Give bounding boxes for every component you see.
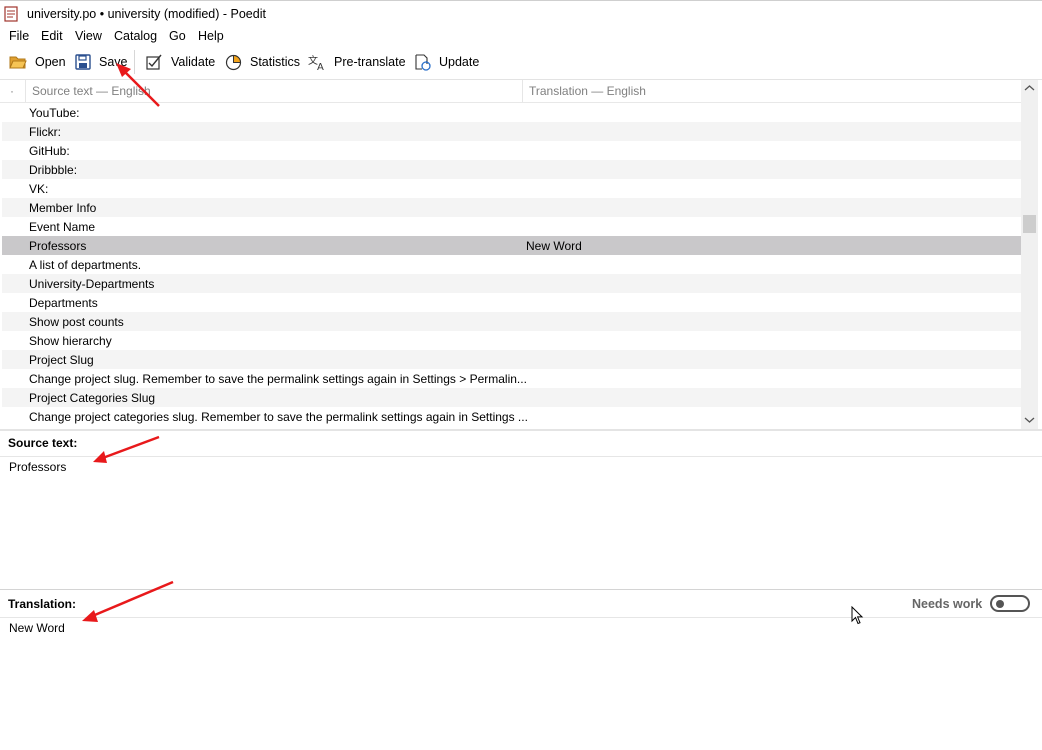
statistics-button[interactable]: Statistics bbox=[225, 52, 300, 72]
translation-text-content: New Word bbox=[9, 621, 65, 635]
source-translation-divider[interactable] bbox=[0, 589, 1042, 590]
svg-text:A: A bbox=[317, 62, 324, 71]
needs-work-label: Needs work bbox=[912, 597, 983, 611]
table-row[interactable]: Professors New Word bbox=[2, 236, 1021, 255]
table-row[interactable]: Project Slug bbox=[2, 350, 1021, 369]
checkbox-check-icon bbox=[146, 54, 162, 70]
validate-label: Validate bbox=[171, 55, 216, 69]
translation-label: Translation: bbox=[8, 597, 77, 611]
list-rows: YouTube: Flickr: GitHub: Dribbble: VK: Member… bbox=[2, 103, 1021, 426]
column-header-source[interactable]: Source text — English bbox=[32, 84, 151, 98]
column-separator[interactable] bbox=[25, 80, 26, 102]
row-source-text: YouTube: bbox=[29, 106, 80, 120]
table-row[interactable]: YouTube: bbox=[2, 103, 1021, 122]
poedit-app-icon bbox=[4, 6, 18, 22]
source-text-content: Professors bbox=[9, 460, 67, 474]
row-source-text: Show post counts bbox=[29, 315, 124, 329]
save-button[interactable]: Save bbox=[75, 52, 128, 72]
scrollbar-thumb[interactable] bbox=[1023, 215, 1036, 233]
annotation-arrow-source bbox=[93, 435, 160, 463]
row-source-text: A list of departments. bbox=[29, 258, 142, 272]
row-source-text: VK: bbox=[29, 182, 49, 196]
row-translation-text: New Word bbox=[526, 239, 582, 253]
row-source-text: University-Departments bbox=[29, 277, 155, 291]
list-header: · Source text — English Translation — En… bbox=[0, 80, 1021, 103]
row-source-text: Flickr: bbox=[29, 125, 61, 139]
annotation-arrow-translation bbox=[82, 580, 174, 622]
column-separator[interactable] bbox=[522, 80, 523, 102]
table-row[interactable]: Change project categories slug. Remember… bbox=[2, 407, 1021, 426]
table-row[interactable]: University-Departments bbox=[2, 274, 1021, 293]
needs-work-toggle[interactable] bbox=[990, 595, 1030, 612]
source-panel-line bbox=[0, 456, 1042, 457]
row-source-text: Project Categories Slug bbox=[29, 391, 156, 405]
row-source-text: Change project categories slug. Remember… bbox=[29, 410, 528, 424]
toggle-knob bbox=[996, 600, 1004, 608]
statistics-label: Statistics bbox=[250, 55, 301, 69]
document-refresh-icon bbox=[415, 53, 431, 71]
column-marker: · bbox=[10, 84, 14, 98]
menu-file[interactable]: File bbox=[9, 29, 29, 43]
row-source-text: Event Name bbox=[29, 220, 96, 234]
row-source-text: Member Info bbox=[29, 201, 97, 215]
menu-edit[interactable]: Edit bbox=[41, 29, 63, 43]
table-row[interactable]: Departments bbox=[2, 293, 1021, 312]
title-bar: university.po • university (modified) - … bbox=[0, 0, 1042, 27]
menu-go[interactable]: Go bbox=[169, 29, 186, 43]
menu-view[interactable]: View bbox=[75, 29, 102, 43]
folder-icon bbox=[9, 56, 27, 69]
list-editor-divider[interactable] bbox=[0, 429, 1042, 431]
table-row[interactable]: Show hierarchy bbox=[2, 331, 1021, 350]
open-button[interactable]: Open bbox=[9, 52, 66, 72]
column-header-translation[interactable]: Translation — English bbox=[529, 84, 646, 98]
row-source-text: Show hierarchy bbox=[29, 334, 112, 348]
menu-catalog[interactable]: Catalog bbox=[114, 29, 157, 43]
row-source-text: Professors bbox=[29, 239, 87, 253]
floppy-disk-icon bbox=[75, 54, 91, 70]
table-row[interactable]: VK: bbox=[2, 179, 1021, 198]
table-row[interactable]: A list of departments. bbox=[2, 255, 1021, 274]
pretranslate-label: Pre-translate bbox=[334, 55, 406, 69]
row-source-text: GitHub: bbox=[29, 144, 70, 158]
row-source-text: Project Slug bbox=[29, 353, 94, 367]
translation-list: · Source text — English Translation — En… bbox=[0, 79, 1042, 430]
pretranslate-button[interactable]: 文 A Pre-translate bbox=[308, 52, 406, 72]
row-source-text: Change project slug. Remember to save th… bbox=[29, 372, 527, 386]
toolbar-separator bbox=[134, 50, 135, 74]
translate-icon: 文 A bbox=[308, 54, 324, 71]
pie-chart-icon bbox=[225, 54, 242, 70]
table-row[interactable]: Project Categories Slug bbox=[2, 388, 1021, 407]
menu-help[interactable]: Help bbox=[198, 29, 224, 43]
table-row[interactable]: Flickr: bbox=[2, 122, 1021, 141]
row-source-text: Dribbble: bbox=[29, 163, 78, 177]
scroll-down-icon[interactable] bbox=[1024, 416, 1035, 424]
list-scrollbar[interactable] bbox=[1021, 80, 1038, 430]
source-text-label: Source text: bbox=[8, 436, 78, 450]
save-label: Save bbox=[99, 55, 128, 69]
table-row[interactable]: Dribbble: bbox=[2, 160, 1021, 179]
row-source-text: Departments bbox=[29, 296, 98, 310]
table-row[interactable]: GitHub: bbox=[2, 141, 1021, 160]
translation-input[interactable]: New Word bbox=[0, 618, 1042, 750]
update-label: Update bbox=[439, 55, 480, 69]
window-title: university.po • university (modified) - … bbox=[27, 7, 266, 21]
update-button[interactable]: Update bbox=[414, 52, 479, 72]
toolbar: Open Save Validate Statistics 文 A Pre-tr… bbox=[0, 47, 1042, 77]
menu-bar: File Edit View Catalog Go Help bbox=[0, 27, 1042, 47]
validate-button[interactable]: Validate bbox=[146, 52, 215, 72]
table-row[interactable]: Event Name bbox=[2, 217, 1021, 236]
table-row[interactable]: Change project slug. Remember to save th… bbox=[2, 369, 1021, 388]
mouse-cursor-icon bbox=[851, 606, 864, 625]
open-label: Open bbox=[35, 55, 66, 69]
table-row[interactable]: Show post counts bbox=[2, 312, 1021, 331]
table-row[interactable]: Member Info bbox=[2, 198, 1021, 217]
scroll-up-icon[interactable] bbox=[1024, 84, 1035, 92]
